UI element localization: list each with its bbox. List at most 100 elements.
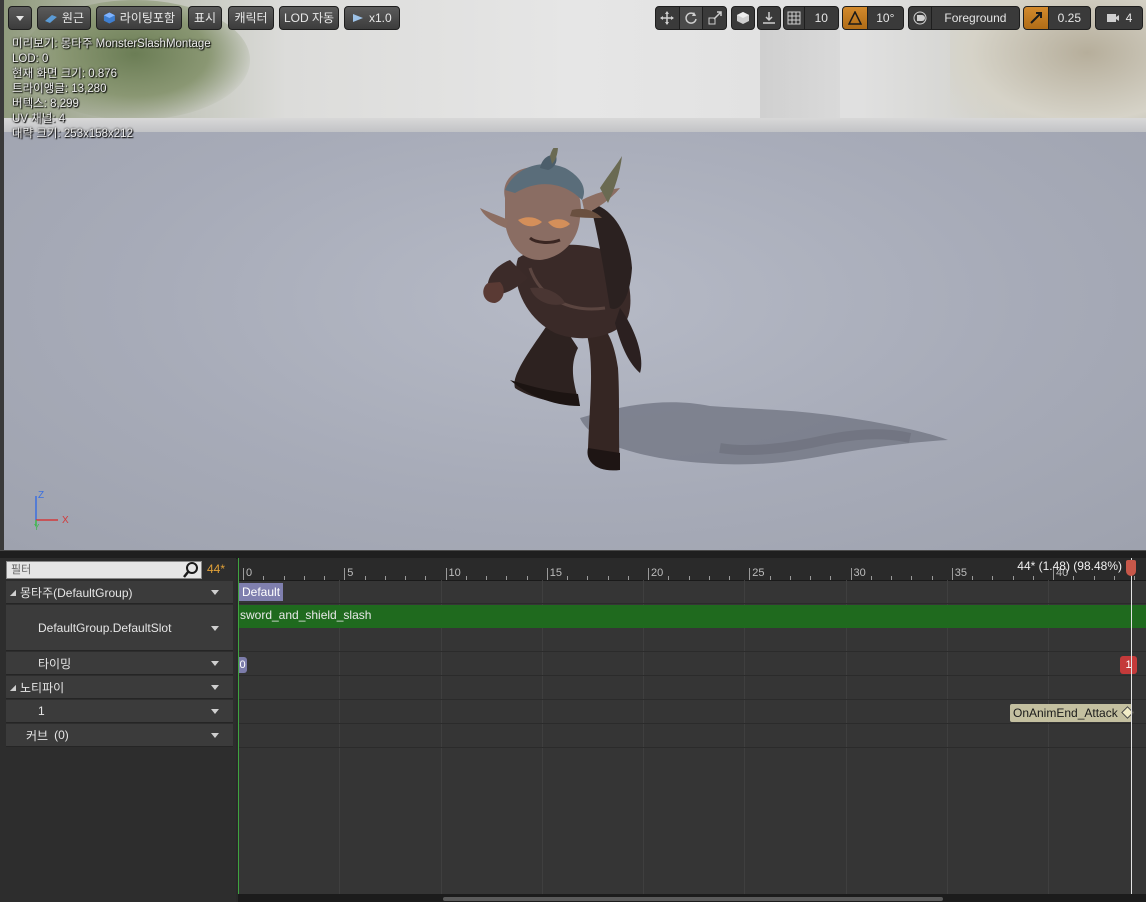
scale-mode-button[interactable] (703, 7, 726, 29)
timing-marker-start[interactable]: 0 (238, 657, 247, 673)
ruler-tick (850, 568, 852, 580)
expand-triangle-icon[interactable]: ◢ (6, 683, 20, 692)
rotation-snap-toggle[interactable] (843, 7, 868, 29)
timeline-scrollbar-thumb[interactable] (443, 897, 943, 901)
expand-triangle-icon[interactable]: ◢ (6, 588, 20, 597)
track-notifies[interactable]: ◢ 노티파이 (6, 676, 233, 699)
ruler-tick-label: 25 (752, 567, 765, 579)
ruler-tick (405, 576, 406, 580)
ruler-tick-label: 10 (448, 567, 461, 579)
lit-sphere-icon (103, 12, 115, 24)
track-list-panel: 필터 44* ◢ 몽타주(DefaultGroup) DefaultGroup.… (0, 558, 236, 902)
lod-label: LOD 자동 (283, 11, 335, 25)
scale-snap-value[interactable]: 0.25 (1049, 7, 1090, 29)
anim-segment[interactable]: sword_and_shield_slash (238, 605, 1146, 628)
track-notify-1[interactable]: 1 (6, 700, 233, 723)
timeline-row-curves (238, 724, 1146, 748)
layer-dropdown[interactable]: Foreground (932, 7, 1019, 29)
ruler-tick (830, 576, 832, 580)
ruler-tick-label: 35 (954, 567, 967, 579)
track-label: 몽타주(DefaultGroup) (20, 585, 133, 600)
coord-space-button[interactable] (731, 6, 755, 30)
ruler-tick (972, 576, 973, 580)
playback-controls-bar (0, 894, 236, 902)
notify-onanimend-attack[interactable]: OnAnimEnd_Attack (1010, 704, 1132, 722)
track-default-slot[interactable]: DefaultGroup.DefaultSlot (6, 605, 233, 651)
scale-snap-group: 0.25 (1023, 6, 1091, 30)
rotation-snap-group: 10° (842, 6, 904, 30)
track-options-dropdown[interactable] (211, 625, 219, 631)
track-label: 커브 (26, 728, 49, 743)
lighting-mode-button[interactable]: 라이팅포함 (96, 6, 182, 30)
ruler-tick (992, 576, 994, 580)
perspective-button[interactable]: 원근 (37, 6, 91, 30)
viewport-stats: 미리보기: 몽타주 MonsterSlashMontage LOD: 0 현재 … (12, 37, 211, 142)
axis-gizmo: Z X Y (34, 490, 69, 530)
show-label: 표시 (193, 11, 217, 25)
track-curves[interactable]: 커브 (0) (6, 724, 233, 747)
ruler-tick (324, 576, 325, 580)
timeline-panel[interactable]: 0 5 10 15 20 25 30 35 40 Default sword_and_shiel… (238, 558, 1146, 902)
ruler-tick (688, 576, 690, 580)
ruler-tick (546, 568, 548, 580)
stat-lod: LOD: 0 (12, 53, 49, 65)
ruler-tick (729, 576, 730, 580)
ruler-tick (607, 576, 609, 580)
scrub-handle[interactable] (1126, 560, 1136, 576)
surface-snap-button[interactable] (757, 6, 781, 30)
ruler-tick (344, 568, 346, 580)
scale-arrow-icon (1030, 12, 1042, 24)
ruler-tick (769, 576, 771, 580)
rotation-snap-value[interactable]: 10° (868, 7, 903, 29)
grid-snap-toggle[interactable] (784, 7, 805, 29)
translate-mode-button[interactable] (656, 7, 680, 29)
ruler-tick (283, 576, 285, 580)
track-montage-group[interactable]: ◢ 몽타주(DefaultGroup) (6, 581, 233, 604)
grid-snap-group: 10 (783, 6, 839, 30)
track-options-dropdown[interactable] (211, 709, 219, 714)
track-options-dropdown[interactable] (211, 733, 219, 738)
ruler-tick (526, 576, 528, 580)
layer-group: Foreground (908, 6, 1020, 30)
show-button[interactable]: 표시 (188, 6, 222, 30)
track-options-dropdown[interactable] (211, 685, 219, 690)
track-label: DefaultGroup.DefaultSlot (38, 620, 172, 635)
timing-marker-end[interactable]: 1 (1120, 656, 1137, 674)
montage-section-default[interactable]: Default (239, 583, 284, 601)
ruler-tick (1032, 576, 1034, 580)
ruler-tick (364, 576, 366, 580)
lod-button[interactable]: LOD 자동 (279, 6, 339, 30)
character-button[interactable]: 캐릭터 (228, 6, 274, 30)
ruler-tick-label: 20 (651, 567, 664, 579)
time-ruler[interactable]: 0 5 10 15 20 25 30 35 40 (238, 558, 1146, 581)
ruler-tick (1113, 576, 1115, 580)
ruler-tick (587, 576, 589, 580)
ruler-tick (870, 576, 872, 580)
filter-input[interactable]: 필터 (6, 561, 202, 579)
surface-snap-icon (763, 12, 775, 24)
camera-speed-button[interactable]: 4 (1095, 6, 1143, 30)
ruler-tick (567, 576, 568, 580)
grid-snap-value[interactable]: 10 (805, 7, 838, 29)
preview-viewport[interactable]: 원근 라이팅포함 표시 캐릭터 LOD 자동 x1.0 10 10° Foreg… (0, 0, 1146, 550)
track-label: 1 (38, 704, 45, 718)
layer-toggle[interactable] (909, 7, 932, 29)
track-options-dropdown[interactable] (211, 590, 219, 595)
scale-snap-toggle[interactable] (1024, 7, 1049, 29)
ruler-tick-label: 5 (347, 567, 354, 579)
search-icon[interactable] (182, 561, 200, 579)
track-timing[interactable]: 타이밍 (6, 652, 233, 675)
ruler-tick (627, 576, 629, 580)
viewport-options-button[interactable] (8, 6, 32, 30)
grid-icon (787, 11, 801, 25)
ruler-tick (951, 568, 953, 580)
ruler-tick (749, 568, 751, 580)
track-options-dropdown[interactable] (211, 661, 219, 666)
playback-speed-button[interactable]: x1.0 (344, 6, 400, 30)
viewport-edge (0, 0, 4, 550)
rotate-mode-button[interactable] (679, 7, 704, 29)
ruler-tick (303, 576, 305, 580)
ruler-tick (648, 568, 649, 580)
ruler-tick-label: 0 (246, 567, 253, 579)
ruler-tick (425, 576, 427, 580)
